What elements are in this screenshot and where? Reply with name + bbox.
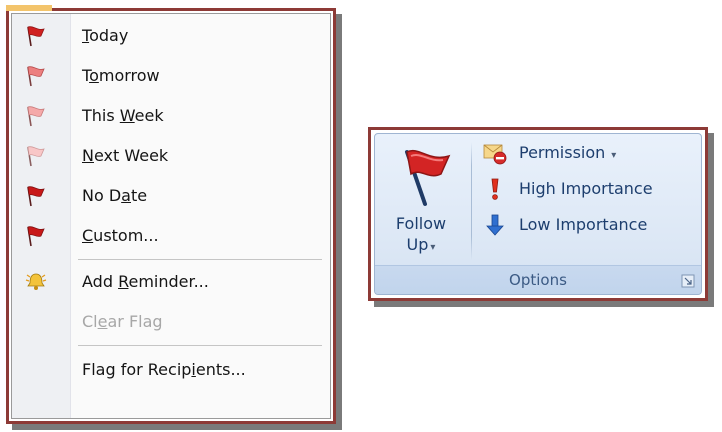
- flag-context-menu: Today Tomorrow This Week Next Week No Da…: [11, 13, 331, 419]
- menu-item-custom[interactable]: Custom...: [12, 216, 330, 256]
- flag-red-icon: [24, 224, 48, 248]
- menu-separator: [78, 345, 322, 346]
- flag-pale-pink-icon: [24, 144, 48, 168]
- down-arrow-icon: [483, 213, 507, 237]
- follow-up-flag-icon: [399, 146, 455, 208]
- menu-separator: [78, 259, 322, 260]
- dropdown-arrow-icon: ▾: [430, 242, 436, 253]
- menu-item-today[interactable]: Today: [12, 16, 330, 56]
- bell-icon: [24, 270, 48, 294]
- menu-item-next-week[interactable]: Next Week: [12, 136, 330, 176]
- dropdown-arrow-icon: ▾: [611, 150, 617, 161]
- flag-light-pink-icon: [24, 104, 48, 128]
- follow-up-label-line2: Up ▾: [406, 235, 436, 254]
- flag-rose-icon: [24, 64, 48, 88]
- follow-up-button[interactable]: Follow Up ▾: [379, 138, 467, 268]
- options-group-frame: Follow Up ▾ Permission ▾ High Importance…: [368, 127, 708, 301]
- menu-item-this-week[interactable]: This Week: [12, 96, 330, 136]
- exclamation-icon: [483, 177, 507, 201]
- flag-red-icon: [24, 24, 48, 48]
- flag-red-icon: [24, 184, 48, 208]
- group-label: Options: [509, 271, 567, 289]
- group-footer: Options: [375, 265, 701, 294]
- menu-item-clear-flag: Clear Flag: [82, 312, 163, 331]
- follow-up-label-line1: Follow: [395, 214, 447, 233]
- flag-menu-frame: Today Tomorrow This Week Next Week No Da…: [6, 5, 336, 424]
- menu-item-no-date[interactable]: No Date: [12, 176, 330, 216]
- menu-item-add-reminder[interactable]: Add Reminder...: [12, 262, 330, 302]
- menu-item-tomorrow[interactable]: Tomorrow: [12, 56, 330, 96]
- group-divider: [471, 142, 472, 260]
- envelope-permission-icon: [483, 141, 507, 165]
- dialog-launcher-icon[interactable]: [681, 273, 695, 288]
- options-ribbon-group: Follow Up ▾ Permission ▾ High Importance…: [374, 133, 702, 295]
- menu-item-flag-for-recipients[interactable]: Flag for Recipients...: [12, 350, 330, 390]
